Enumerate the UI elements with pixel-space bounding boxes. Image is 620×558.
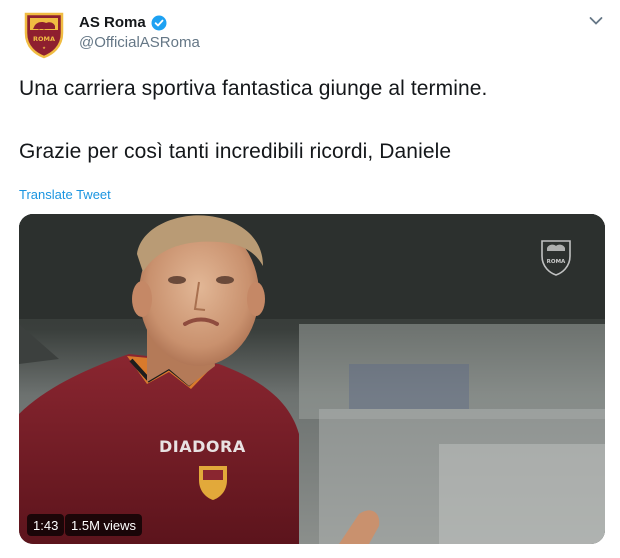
author-handle[interactable]: @OfficialASRoma bbox=[79, 34, 200, 51]
video-thumbnail bbox=[19, 214, 605, 544]
svg-text:★: ★ bbox=[42, 45, 46, 50]
shirt-brand-text: DIADORA bbox=[159, 437, 246, 456]
video-duration-badge: 1:43 bbox=[27, 514, 65, 536]
tweet-text-line-2: Grazie per così tanti incredibili ricord… bbox=[19, 140, 452, 163]
avatar-crest-text: ROMA bbox=[32, 35, 54, 43]
author-block: AS Roma @OfficialASRoma bbox=[79, 14, 200, 51]
video-player[interactable]: ROMA DIADORA 1:43 1.5M views bbox=[19, 214, 605, 544]
verified-badge-icon bbox=[151, 15, 167, 31]
video-views-badge: 1.5M views bbox=[65, 514, 143, 536]
tweet-text-line-1: Una carriera sportiva fantastica giunge … bbox=[19, 77, 488, 100]
author-name[interactable]: AS Roma bbox=[79, 14, 146, 31]
chevron-down-icon[interactable] bbox=[589, 16, 603, 26]
roma-watermark-icon: ROMA bbox=[539, 238, 573, 278]
avatar[interactable]: ROMA ★ bbox=[19, 10, 68, 59]
roma-crest-icon: ROMA ★ bbox=[24, 12, 63, 58]
watermark-text: ROMA bbox=[547, 259, 566, 265]
translate-tweet-link[interactable]: Translate Tweet bbox=[19, 187, 111, 202]
tweet-card: ROMA ★ AS Roma @OfficialASRoma Una carri… bbox=[0, 0, 620, 558]
